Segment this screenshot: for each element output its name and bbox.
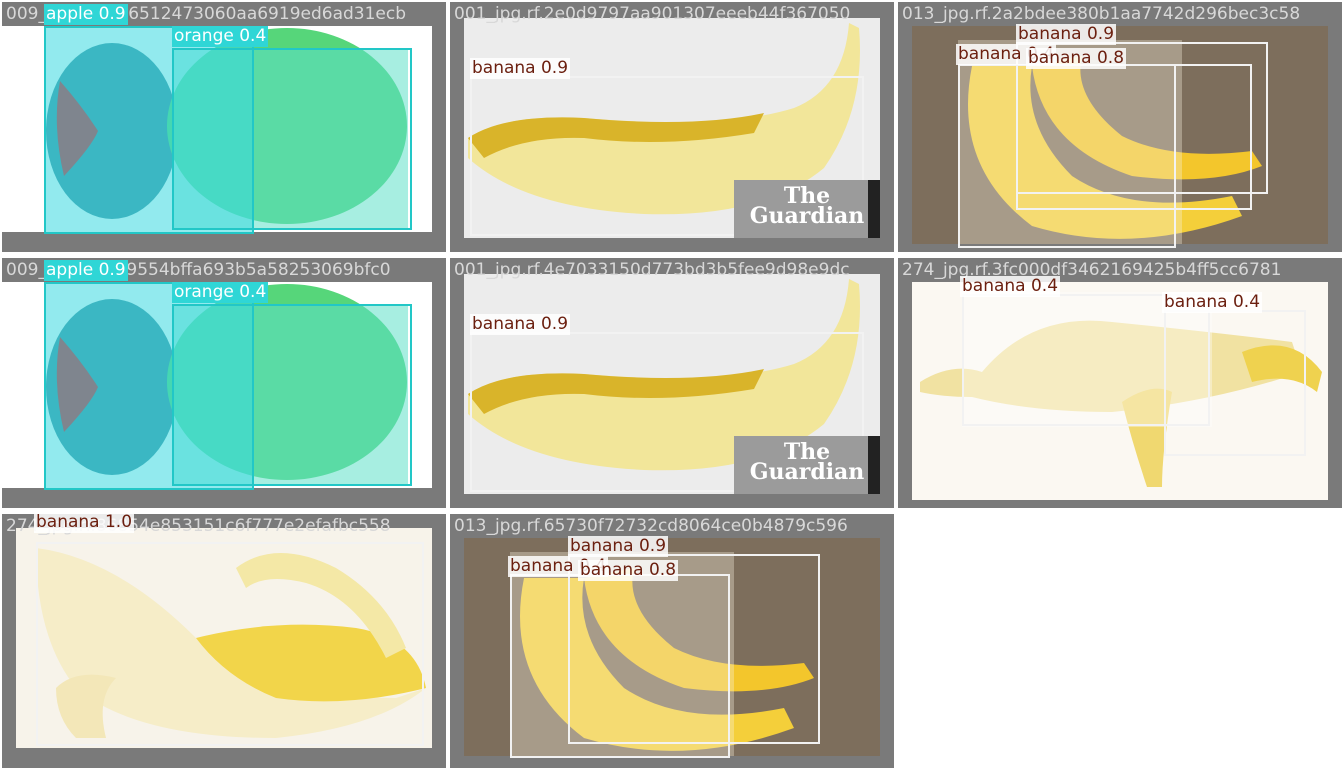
guardian-watermark: The Guardian	[734, 180, 880, 238]
banana-label: banana 0.9	[1016, 24, 1117, 45]
guardian-watermark: The Guardian	[734, 436, 880, 494]
prediction-tile: 013_jpg.rf.65730f72732cd8064ce0b4879c596…	[450, 514, 894, 768]
apple-label: apple 0.9	[44, 4, 128, 25]
watermark-line: Guardian	[749, 459, 865, 485]
apple-label: apple 0.9	[44, 260, 128, 281]
banana-label: banana 0.9	[470, 58, 571, 79]
prediction-tile: 013_jpg.rf.2a2bdee380b1aa7742d296bec3c58…	[898, 2, 1342, 252]
banana-label: banana 0.8	[578, 560, 679, 581]
prediction-tile: 274_jpg.rf.3fc000df3462169425b4ff5cc6781…	[898, 258, 1342, 508]
banana-label: banana 1.0	[34, 514, 135, 533]
watermark-line: Guardian	[749, 203, 865, 229]
image-filename: 013_jpg.rf.2a2bdee380b1aa7742d296bec3c58	[902, 4, 1301, 24]
prediction-tile: 001_jpg.rf.2e0d9797aa901307eeeb44f367050…	[450, 2, 894, 252]
prediction-tile: 009_jpg.rf.6516512473060aa6919ed6ad31ecb…	[2, 2, 446, 252]
orange-bbox	[172, 48, 412, 230]
banana-label: banana 0.8	[1026, 48, 1127, 69]
orange-bbox	[172, 304, 412, 486]
image-filename: 001_jpg.rf.2e0d9797aa901307eeeb44f367050	[454, 4, 851, 24]
prediction-tile: 001_jpg.rf.4e7033150d773bd3b5fee9d98e9dc…	[450, 258, 894, 508]
prediction-tile: 274_jpg.rf.86854e853151c6f777e2efafbc558…	[2, 514, 446, 768]
banana-label: banana 0.9	[470, 314, 571, 335]
banana-bbox	[1016, 64, 1252, 210]
orange-label: orange 0.4	[172, 26, 269, 47]
image-filename: 274_jpg.rf.3fc000df3462169425b4ff5cc6781	[902, 260, 1282, 280]
orange-label: orange 0.4	[172, 282, 269, 303]
banana-bbox	[36, 542, 424, 746]
prediction-tile: 009_jpg.rf.0ec9554bffa693b5a58253069bfc0…	[2, 258, 446, 508]
banana-bbox	[568, 574, 730, 744]
banana-label: banana 0.4	[960, 276, 1061, 297]
image-filename: 001_jpg.rf.4e7033150d773bd3b5fee9d98e9dc	[454, 260, 850, 280]
banana-label: banana 0.9	[568, 536, 669, 557]
image-filename: 013_jpg.rf.65730f72732cd8064ce0b4879c596	[454, 516, 848, 536]
banana-bbox	[1164, 310, 1306, 456]
banana-label: banana 0.4	[1162, 292, 1263, 313]
